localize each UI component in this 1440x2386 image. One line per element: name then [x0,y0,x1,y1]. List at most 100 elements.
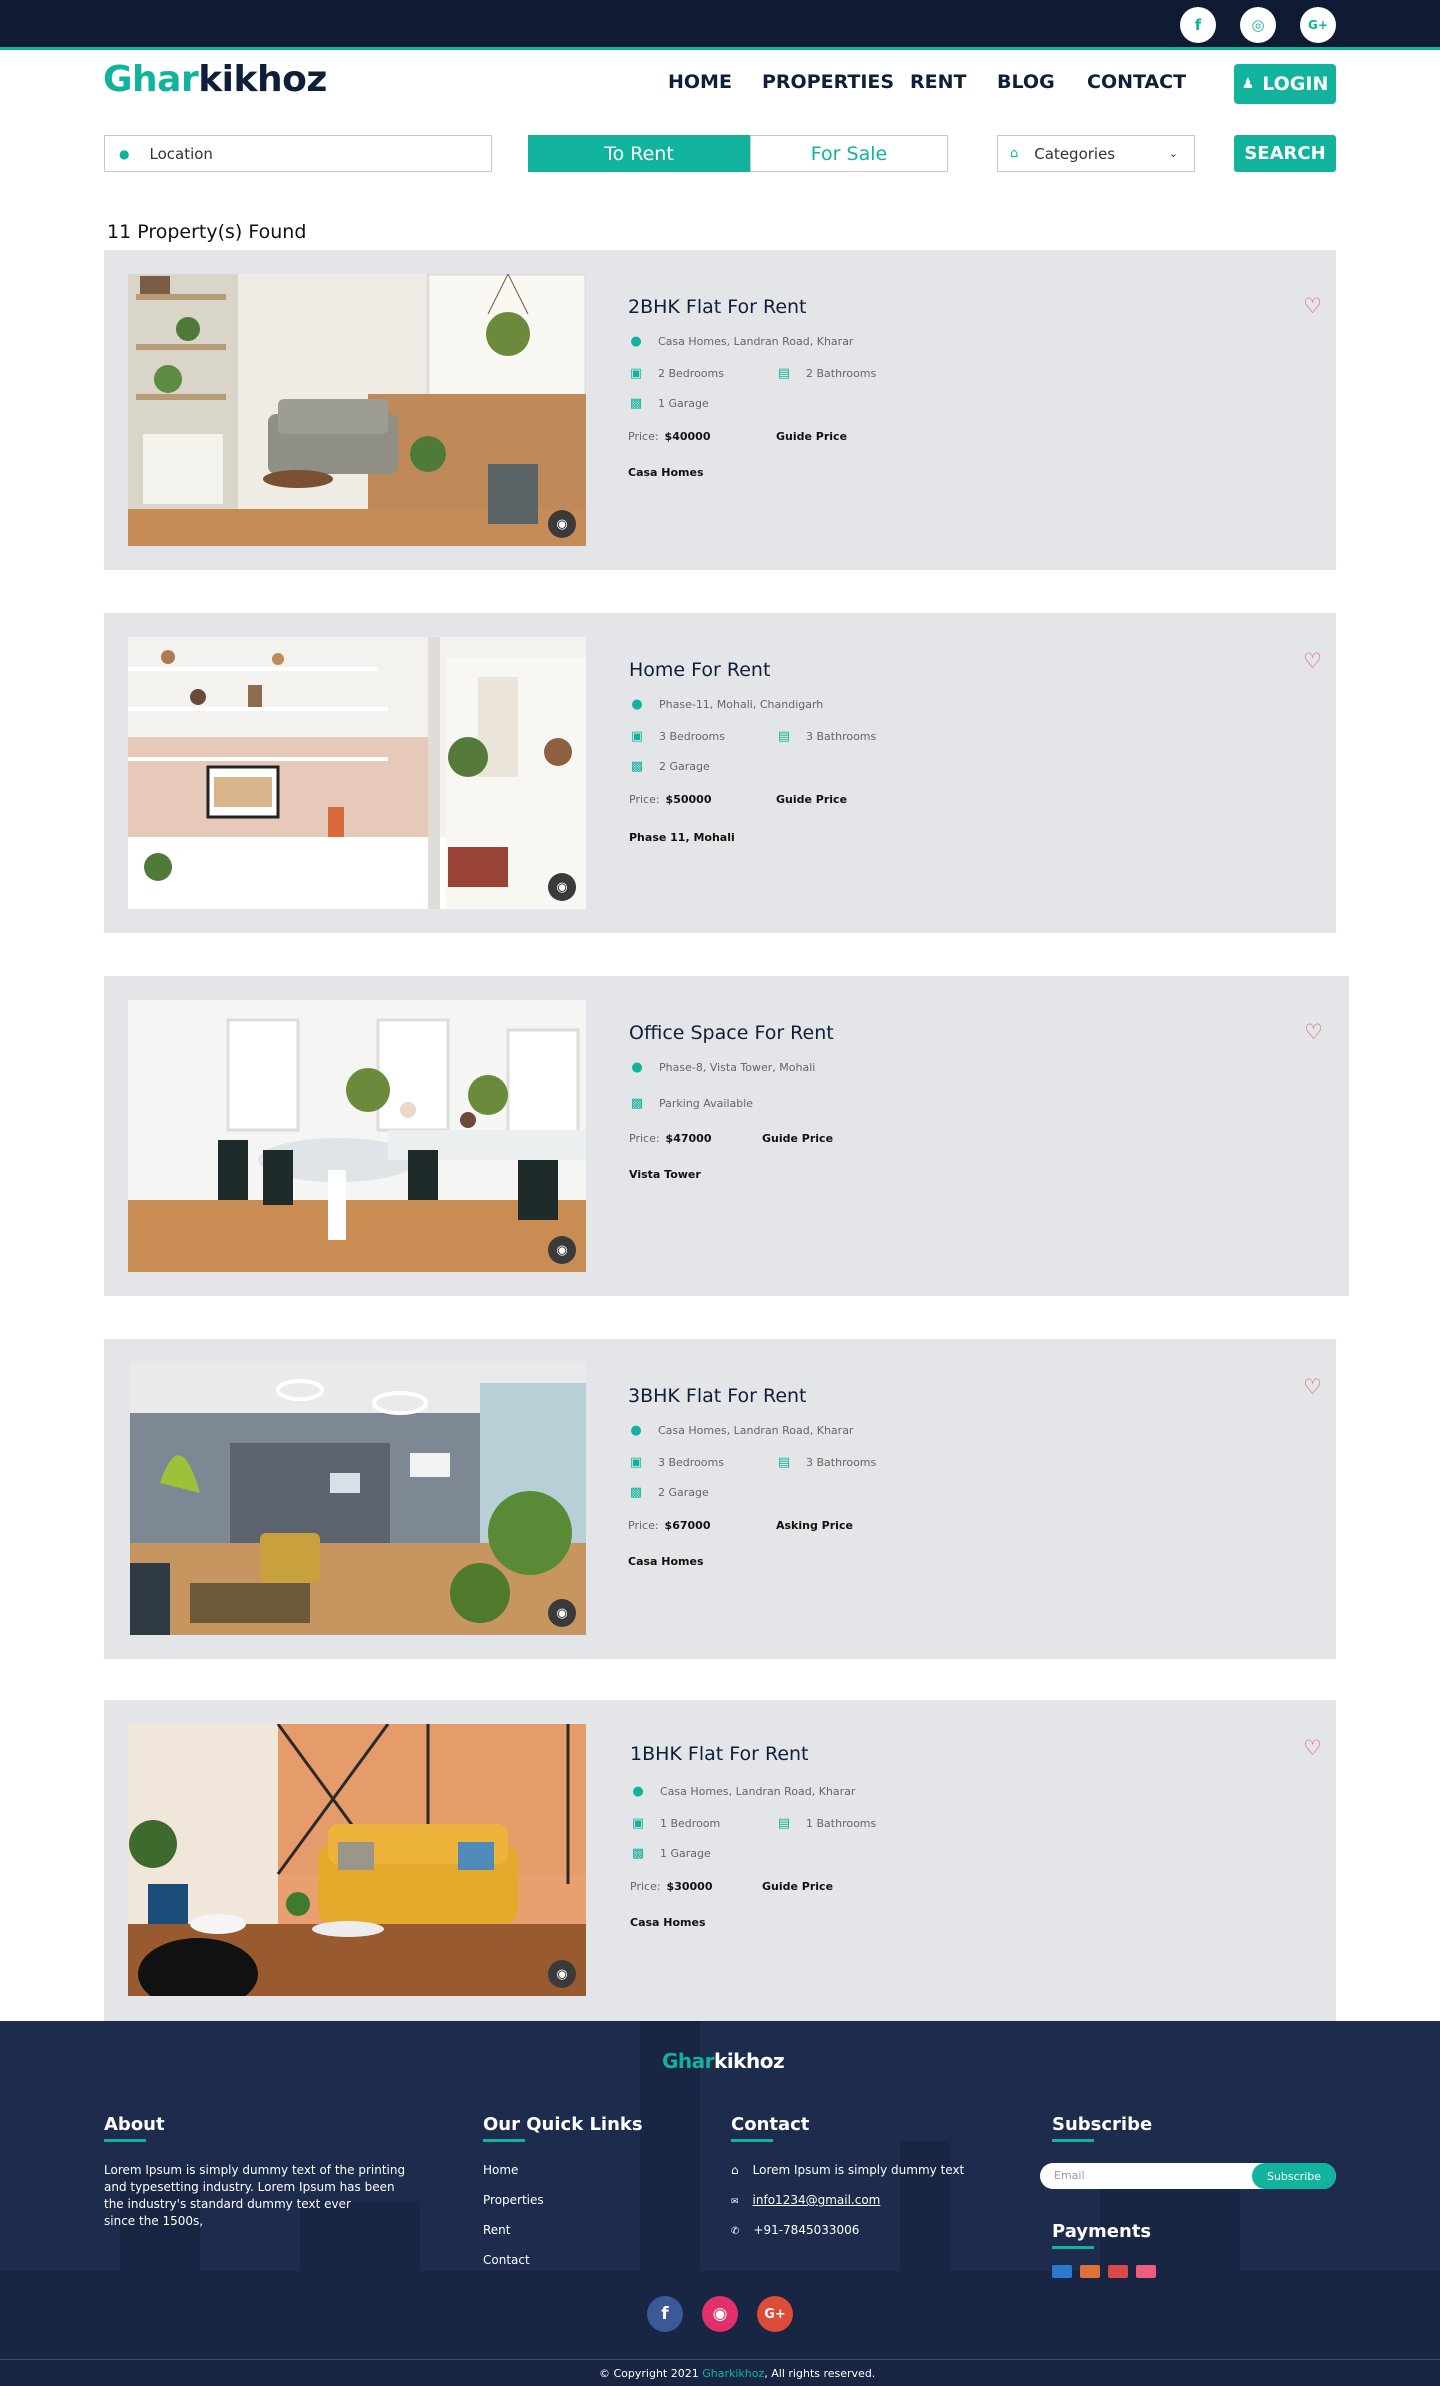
property-address: ● Casa Homes, Landran Road, Kharar [628,1423,853,1438]
footer-link-contact[interactable]: Contact [483,2253,530,2267]
property-title[interactable]: Home For Rent [629,659,770,681]
footer-logo-ghar: Ghar [662,2049,715,2073]
garage: ▩ 2 Garage [629,759,710,774]
subscribe-form: Email Subscribe [1040,2163,1336,2189]
footer-logo-kikhoz: kikhoz [714,2049,785,2073]
categories-select[interactable]: ⌂ Categories ⌄ [997,135,1195,172]
price: Price: $67000 [628,1519,710,1532]
tab-to-rent[interactable]: To Rent [528,135,750,172]
garage-text: 2 Garage [659,760,710,773]
login-button[interactable]: ♟ LOGIN [1234,64,1336,104]
google-plus-icon[interactable]: G+ [757,2296,793,2332]
about-text: Lorem Ipsum is simply dummy text of the … [104,2162,405,2230]
property-card[interactable]: ◉ Home For Rent ● Phase-11, Mohali, Chand… [104,613,1336,933]
location-placeholder: Location [149,144,213,163]
price-value: $50000 [665,793,712,806]
camera-icon[interactable]: ◉ [548,1236,576,1264]
camera-icon[interactable]: ◉ [548,510,576,538]
property-photo[interactable]: ◉ [128,1724,586,1996]
property-title[interactable]: 1BHK Flat For Rent [630,1743,809,1765]
copyright: © Copyright 2021 Gharkikhoz, All rights … [599,2367,875,2380]
site-logo[interactable]: Ghar kikhoz [103,59,327,100]
copyright-brand[interactable]: Gharkikhoz [702,2367,764,2380]
property-card[interactable]: ◉ 2BHK Flat For Rent ● Casa Homes, Landra… [104,250,1336,570]
location-pin-icon: ● [632,1784,644,1799]
location-field[interactable]: ● Location [104,135,492,172]
bathrooms: ▤ 1 Bathrooms [776,1816,876,1831]
location-pin-icon: ● [631,1060,643,1075]
garage: ▩ 1 Garage [628,396,709,411]
property-card[interactable]: ◉ Office Space For Rent ● Phase-8, Vista … [104,976,1349,1296]
property-photo[interactable]: ◉ [128,274,586,546]
contact-underline [731,2139,773,2142]
nav-contact[interactable]: CONTACT [1087,71,1186,93]
subscribe-button[interactable]: Subscribe [1252,2163,1336,2189]
price-value: $67000 [664,1519,711,1532]
payment-methods [1052,2265,1156,2278]
price-label: Price: [628,430,659,443]
nav-blog[interactable]: BLOG [997,71,1055,93]
price-type: Guide Price [762,1132,834,1145]
heart-icon[interactable]: ♡ [1303,649,1322,673]
footer-logo[interactable]: Ghar kikhoz [662,2049,785,2073]
footer-link-properties[interactable]: Properties [483,2193,544,2207]
living-room-photo [128,274,586,546]
property-photo[interactable]: ◉ [128,637,586,909]
heart-icon[interactable]: ♡ [1304,1020,1323,1044]
heart-icon[interactable]: ♡ [1303,1375,1322,1399]
property-title[interactable]: 3BHK Flat For Rent [628,1385,807,1407]
camera-icon[interactable]: ◉ [548,1599,576,1627]
email-input[interactable]: Email [1054,2169,1085,2182]
price: Price: $47000 [629,1132,711,1145]
property-title[interactable]: 2BHK Flat For Rent [628,296,807,318]
bedrooms-text: 3 Bedrooms [658,1456,724,1469]
google-plus-icon[interactable]: G+ [1300,7,1336,43]
bed-icon: ▣ [630,729,644,744]
heart-icon[interactable]: ♡ [1303,294,1322,318]
address-text: Phase-11, Mohali, Chandigarh [659,698,824,711]
footer-link-home[interactable]: Home [483,2163,518,2177]
property-owner: Phase 11, Mohali [629,831,735,844]
nav-rent[interactable]: RENT [910,71,966,93]
camera-icon[interactable]: ◉ [548,873,576,901]
camera-icon[interactable]: ◉ [548,1960,576,1988]
bath-icon: ▤ [777,1816,791,1831]
bathrooms: ▤ 3 Bathrooms [776,1455,876,1470]
footer-link-rent[interactable]: Rent [483,2223,511,2237]
price-type: Asking Price [776,1519,853,1532]
property-title[interactable]: Office Space For Rent [629,1022,834,1044]
property-card[interactable]: ◉ 3BHK Flat For Rent ● Casa Homes, Landra… [104,1339,1336,1659]
about-heading: About [104,2114,165,2135]
yellow-sofa-photo [128,1724,586,1996]
property-photo[interactable]: ◉ [128,1000,586,1272]
search-button[interactable]: SEARCH [1234,135,1336,172]
property-address: ● Phase-8, Vista Tower, Mohali [629,1060,815,1075]
location-pin-icon: ● [630,334,642,349]
price-label: Price: [628,1519,659,1532]
address-text: Casa Homes, Landran Road, Kharar [658,1424,854,1437]
contact-email[interactable]: ✉ info1234@gmail.com [731,2193,880,2207]
logo-part-kikhoz: kikhoz [198,59,327,100]
contact-email-text[interactable]: info1234@gmail.com [753,2193,881,2207]
bathrooms-text: 1 Bathrooms [806,1817,877,1830]
add-user-icon: ♟ [1241,76,1255,92]
instagram-icon[interactable]: ◎ [1240,7,1276,43]
card-visa-icon [1052,2265,1072,2278]
price-label: Price: [630,1880,661,1893]
facebook-icon[interactable]: f [1180,7,1216,43]
parking: ▩ Parking Available [629,1096,753,1111]
tab-for-sale[interactable]: For Sale [750,135,948,172]
property-owner: Casa Homes [628,466,704,479]
instagram-icon[interactable]: ◉ [702,2296,738,2332]
property-card[interactable]: ◉ 1BHK Flat For Rent ● Casa Homes, Landra… [104,1700,1336,2021]
price: Price: $40000 [628,430,710,443]
facebook-icon[interactable]: f [647,2296,683,2332]
nav-home[interactable]: HOME [668,71,732,93]
heart-icon[interactable]: ♡ [1303,1736,1322,1760]
contact-phone-text: +91-7845033006 [753,2223,860,2237]
nav-properties[interactable]: PROPERTIES [762,71,894,93]
price: Price: $50000 [629,793,711,806]
car-icon: ▩ [629,1485,643,1500]
property-photo[interactable]: ◉ [130,1363,586,1635]
price-value: $47000 [665,1132,712,1145]
